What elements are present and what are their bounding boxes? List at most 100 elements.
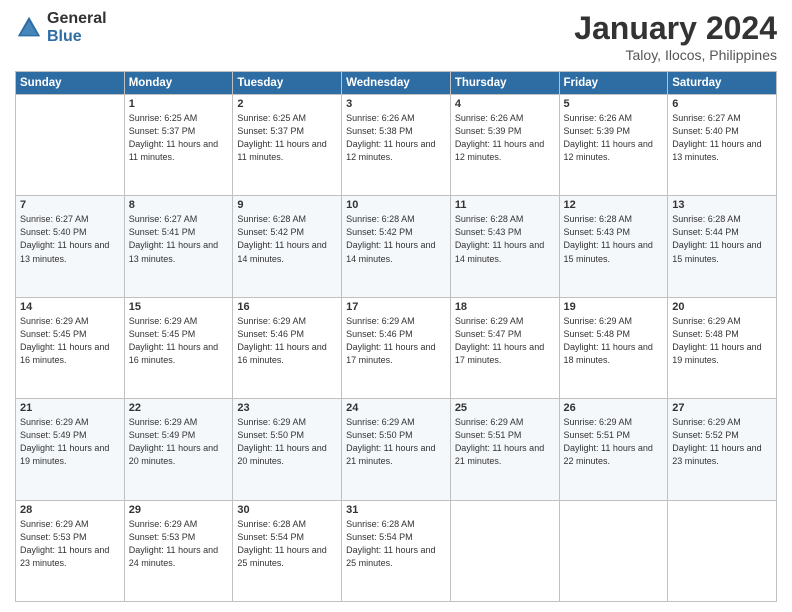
cell-info: Sunrise: 6:29 AMSunset: 5:48 PMDaylight:… [564, 315, 664, 367]
day-number: 26 [564, 402, 664, 414]
cell-info: Sunrise: 6:25 AMSunset: 5:37 PMDaylight:… [237, 112, 337, 164]
calendar-cell: 8 Sunrise: 6:27 AMSunset: 5:41 PMDaylight… [124, 196, 233, 297]
cell-info: Sunrise: 6:29 AMSunset: 5:49 PMDaylight:… [20, 416, 120, 468]
calendar-cell: 29Sunrise: 6:29 AMSunset: 5:53 PMDayligh… [124, 500, 233, 601]
calendar-header-row: SundayMondayTuesdayWednesdayThursdayFrid… [16, 72, 777, 95]
weekday-header: Saturday [668, 72, 777, 95]
day-number: 21 [20, 402, 120, 414]
day-number: 29 [129, 504, 229, 516]
calendar-cell: 28 Sunrise: 6:29 AMSunset: 5:53 PMDayligh… [16, 500, 125, 601]
day-number: 14 [20, 301, 120, 313]
cell-info: Sunrise: 6:29 AMSunset: 5:48 PMDaylight:… [672, 315, 772, 367]
day-number: 30 [237, 504, 337, 516]
calendar-cell [668, 500, 777, 601]
cell-info: Sunrise: 6:29 AMSunset: 5:53 PMDaylight:… [20, 518, 120, 570]
day-number: 19 [564, 301, 664, 313]
logo-text: General Blue [47, 10, 107, 45]
calendar: SundayMondayTuesdayWednesdayThursdayFrid… [15, 71, 777, 602]
cell-info: Sunrise: 6:28 AMSunset: 5:42 PMDaylight:… [237, 213, 337, 265]
cell-info: Sunrise: 6:29 AMSunset: 5:47 PMDaylight:… [455, 315, 555, 367]
logo: General Blue [15, 10, 107, 45]
calendar-cell: 31 Sunrise: 6:28 AMSunset: 5:54 PMDayligh… [342, 500, 451, 601]
day-number: 18 [455, 301, 555, 313]
calendar-cell [559, 500, 668, 601]
calendar-week-row: 21 Sunrise: 6:29 AMSunset: 5:49 PMDayligh… [16, 399, 777, 500]
calendar-cell: 25 Sunrise: 6:29 AMSunset: 5:51 PMDayligh… [450, 399, 559, 500]
cell-info: Sunrise: 6:28 AMSunset: 5:42 PMDaylight:… [346, 213, 446, 265]
cell-info: Sunrise: 6:29 AMSunset: 5:46 PMDaylight:… [346, 315, 446, 367]
calendar-week-row: 14 Sunrise: 6:29 AMSunset: 5:45 PMDayligh… [16, 297, 777, 398]
cell-info: Sunrise: 6:29 AMSunset: 5:46 PMDaylight:… [237, 315, 337, 367]
cell-info: Sunrise: 6:29 AMSunset: 5:50 PMDaylight:… [237, 416, 337, 468]
calendar-week-row: 1 Sunrise: 6:25 AMSunset: 5:37 PMDaylight… [16, 95, 777, 196]
cell-info: Sunrise: 6:28 AMSunset: 5:43 PMDaylight:… [564, 213, 664, 265]
calendar-cell: 18 Sunrise: 6:29 AMSunset: 5:47 PMDayligh… [450, 297, 559, 398]
day-number: 31 [346, 504, 446, 516]
calendar-cell: 20Sunrise: 6:29 AMSunset: 5:48 PMDayligh… [668, 297, 777, 398]
cell-info: Sunrise: 6:28 AMSunset: 5:54 PMDaylight:… [237, 518, 337, 570]
calendar-cell: 5 Sunrise: 6:26 AMSunset: 5:39 PMDaylight… [559, 95, 668, 196]
location: Taloy, Ilocos, Philippines [574, 47, 777, 63]
day-number: 16 [237, 301, 337, 313]
weekday-header: Thursday [450, 72, 559, 95]
cell-info: Sunrise: 6:29 AMSunset: 5:45 PMDaylight:… [129, 315, 229, 367]
calendar-cell: 22 Sunrise: 6:29 AMSunset: 5:49 PMDayligh… [124, 399, 233, 500]
title-block: January 2024 Taloy, Ilocos, Philippines [574, 10, 777, 63]
logo-icon [15, 14, 43, 42]
day-number: 5 [564, 98, 664, 110]
calendar-cell: 10 Sunrise: 6:28 AMSunset: 5:42 PMDayligh… [342, 196, 451, 297]
day-number: 28 [20, 504, 120, 516]
day-number: 3 [346, 98, 446, 110]
calendar-cell: 27 Sunrise: 6:29 AMSunset: 5:52 PMDayligh… [668, 399, 777, 500]
logo-blue: Blue [47, 28, 107, 46]
cell-info: Sunrise: 6:28 AMSunset: 5:54 PMDaylight:… [346, 518, 446, 570]
cell-info: Sunrise: 6:29 AMSunset: 5:50 PMDaylight:… [346, 416, 446, 468]
calendar-cell: 9 Sunrise: 6:28 AMSunset: 5:42 PMDaylight… [233, 196, 342, 297]
calendar-cell: 23 Sunrise: 6:29 AMSunset: 5:50 PMDayligh… [233, 399, 342, 500]
weekday-header: Tuesday [233, 72, 342, 95]
day-number: 15 [129, 301, 229, 313]
calendar-cell: 4Sunrise: 6:26 AMSunset: 5:39 PMDaylight… [450, 95, 559, 196]
calendar-cell: 17Sunrise: 6:29 AMSunset: 5:46 PMDayligh… [342, 297, 451, 398]
day-number: 8 [129, 199, 229, 211]
weekday-header: Monday [124, 72, 233, 95]
weekday-header: Wednesday [342, 72, 451, 95]
day-number: 6 [672, 98, 772, 110]
weekday-header: Friday [559, 72, 668, 95]
day-number: 1 [129, 98, 229, 110]
logo-general: General [47, 10, 107, 28]
cell-info: Sunrise: 6:25 AMSunset: 5:37 PMDaylight:… [129, 112, 229, 164]
cell-info: Sunrise: 6:27 AMSunset: 5:40 PMDaylight:… [20, 213, 120, 265]
calendar-cell: 19 Sunrise: 6:29 AMSunset: 5:48 PMDayligh… [559, 297, 668, 398]
cell-info: Sunrise: 6:28 AMSunset: 5:44 PMDaylight:… [672, 213, 772, 265]
cell-info: Sunrise: 6:29 AMSunset: 5:51 PMDaylight:… [564, 416, 664, 468]
cell-info: Sunrise: 6:29 AMSunset: 5:52 PMDaylight:… [672, 416, 772, 468]
day-number: 27 [672, 402, 772, 414]
calendar-cell: 11Sunrise: 6:28 AMSunset: 5:43 PMDayligh… [450, 196, 559, 297]
calendar-cell [450, 500, 559, 601]
calendar-cell: 21 Sunrise: 6:29 AMSunset: 5:49 PMDayligh… [16, 399, 125, 500]
header: General Blue January 2024 Taloy, Ilocos,… [15, 10, 777, 63]
cell-info: Sunrise: 6:26 AMSunset: 5:39 PMDaylight:… [564, 112, 664, 164]
day-number: 4 [455, 98, 555, 110]
day-number: 10 [346, 199, 446, 211]
calendar-cell: 7Sunrise: 6:27 AMSunset: 5:40 PMDaylight… [16, 196, 125, 297]
cell-info: Sunrise: 6:29 AMSunset: 5:49 PMDaylight:… [129, 416, 229, 468]
cell-info: Sunrise: 6:26 AMSunset: 5:38 PMDaylight:… [346, 112, 446, 164]
cell-info: Sunrise: 6:27 AMSunset: 5:40 PMDaylight:… [672, 112, 772, 164]
day-number: 23 [237, 402, 337, 414]
calendar-cell: 3 Sunrise: 6:26 AMSunset: 5:38 PMDaylight… [342, 95, 451, 196]
cell-info: Sunrise: 6:27 AMSunset: 5:41 PMDaylight:… [129, 213, 229, 265]
cell-info: Sunrise: 6:29 AMSunset: 5:45 PMDaylight:… [20, 315, 120, 367]
calendar-cell: 13Sunrise: 6:28 AMSunset: 5:44 PMDayligh… [668, 196, 777, 297]
cell-info: Sunrise: 6:28 AMSunset: 5:43 PMDaylight:… [455, 213, 555, 265]
page: General Blue January 2024 Taloy, Ilocos,… [0, 0, 792, 612]
day-number: 9 [237, 199, 337, 211]
calendar-cell: 24Sunrise: 6:29 AMSunset: 5:50 PMDayligh… [342, 399, 451, 500]
calendar-cell: 1 Sunrise: 6:25 AMSunset: 5:37 PMDaylight… [124, 95, 233, 196]
day-number: 22 [129, 402, 229, 414]
calendar-cell: 30 Sunrise: 6:28 AMSunset: 5:54 PMDayligh… [233, 500, 342, 601]
cell-info: Sunrise: 6:29 AMSunset: 5:51 PMDaylight:… [455, 416, 555, 468]
day-number: 12 [564, 199, 664, 211]
day-number: 25 [455, 402, 555, 414]
